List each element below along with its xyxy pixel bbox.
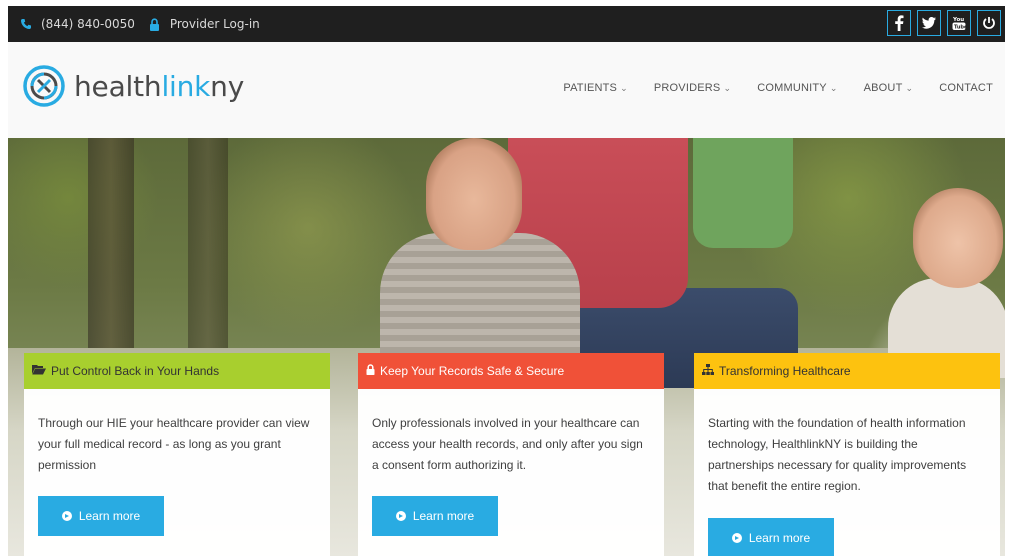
- facebook-icon[interactable]: [887, 10, 911, 36]
- chevron-down-icon: ⌄: [829, 82, 838, 93]
- circle-arrow-icon: [731, 533, 742, 543]
- card-header: Put Control Back in Your Hands: [24, 353, 330, 389]
- learn-more-button[interactable]: Learn more: [38, 496, 164, 536]
- logo-mark-icon: [23, 65, 65, 107]
- card-header: Transforming Healthcare: [694, 353, 1000, 389]
- learn-more-button[interactable]: Learn more: [372, 496, 498, 536]
- nav-label: PROVIDERS: [653, 82, 721, 94]
- logo-text-ny: ny: [210, 69, 245, 103]
- card-put-control: Put Control Back in Your Hands Through o…: [24, 353, 330, 556]
- svg-text:You: You: [952, 17, 964, 23]
- logo-text-link: link: [161, 69, 211, 103]
- circle-arrow-icon: [395, 511, 406, 521]
- hero-tree: [88, 138, 134, 368]
- lock-icon: [366, 364, 375, 378]
- logo-wordmark: healthlinkny: [74, 70, 244, 103]
- nav-item-providers[interactable]: PROVIDERS ⌄: [654, 82, 731, 94]
- lock-icon: [149, 17, 160, 31]
- nav-item-about[interactable]: ABOUT ⌄: [864, 82, 914, 94]
- card-title: Transforming Healthcare: [719, 364, 851, 378]
- healthlinkny-logo[interactable]: healthlinkny: [22, 64, 244, 108]
- learn-more-button[interactable]: Learn more: [708, 518, 834, 556]
- hero-girl-head: [426, 138, 522, 250]
- main-nav: PATIENTS ⌄ PROVIDERS ⌄ COMMUNITY ⌄ ABOUT ⌄ C…: [563, 82, 993, 94]
- folder-open-icon: [32, 364, 46, 378]
- sitemap-icon: [702, 364, 714, 378]
- button-label: Learn more: [748, 531, 811, 545]
- chevron-down-icon: ⌄: [723, 82, 732, 93]
- twitter-icon[interactable]: [917, 10, 941, 36]
- button-label: Learn more: [78, 509, 141, 523]
- nav-item-patients[interactable]: PATIENTS ⌄: [563, 82, 628, 94]
- card-title: Put Control Back in Your Hands: [51, 364, 220, 378]
- chevron-down-icon: ⌄: [620, 82, 628, 93]
- nav-label: PATIENTS: [563, 82, 618, 94]
- card-header: Keep Your Records Safe & Secure: [358, 353, 664, 389]
- phone-number[interactable]: (844) 840-0050: [41, 17, 135, 31]
- youtube-icon[interactable]: You Tube: [947, 10, 971, 36]
- nav-item-community[interactable]: COMMUNITY ⌄: [757, 82, 837, 94]
- site-header: healthlinkny PATIENTS ⌄ PROVIDERS ⌄ COMMUN…: [8, 42, 1005, 138]
- logo-text-health: health: [74, 69, 162, 103]
- nav-item-contact[interactable]: CONTACT: [939, 82, 993, 94]
- card-text: Through our HIE your healthcare provider…: [38, 416, 310, 472]
- circle-arrow-icon: [61, 511, 72, 521]
- chevron-down-icon: ⌄: [905, 82, 914, 93]
- card-title: Keep Your Records Safe & Secure: [380, 364, 565, 378]
- social-links: You Tube: [887, 10, 1001, 36]
- phone-icon: [20, 18, 32, 30]
- top-bar: (844) 840-0050 Provider Log-in You Tube: [8, 6, 1005, 42]
- hero-adult-green-shirt: [693, 138, 793, 248]
- card-text: Starting with the foundation of health i…: [708, 416, 967, 493]
- card-transforming-healthcare: Transforming Healthcare Starting with th…: [694, 353, 1000, 556]
- nav-label: ABOUT: [863, 82, 903, 94]
- card-records-secure: Keep Your Records Safe & Secure Only pro…: [358, 353, 664, 556]
- svg-text:Tube: Tube: [954, 25, 966, 31]
- hero-tree: [188, 138, 228, 348]
- power-icon[interactable]: [977, 10, 1001, 36]
- nav-label: CONTACT: [939, 82, 993, 94]
- hero-girl2-head: [913, 188, 1003, 288]
- button-label: Learn more: [412, 509, 475, 523]
- provider-login-link[interactable]: Provider Log-in: [170, 17, 260, 31]
- card-text: Only professionals involved in your heal…: [372, 416, 643, 472]
- nav-label: COMMUNITY: [757, 82, 827, 94]
